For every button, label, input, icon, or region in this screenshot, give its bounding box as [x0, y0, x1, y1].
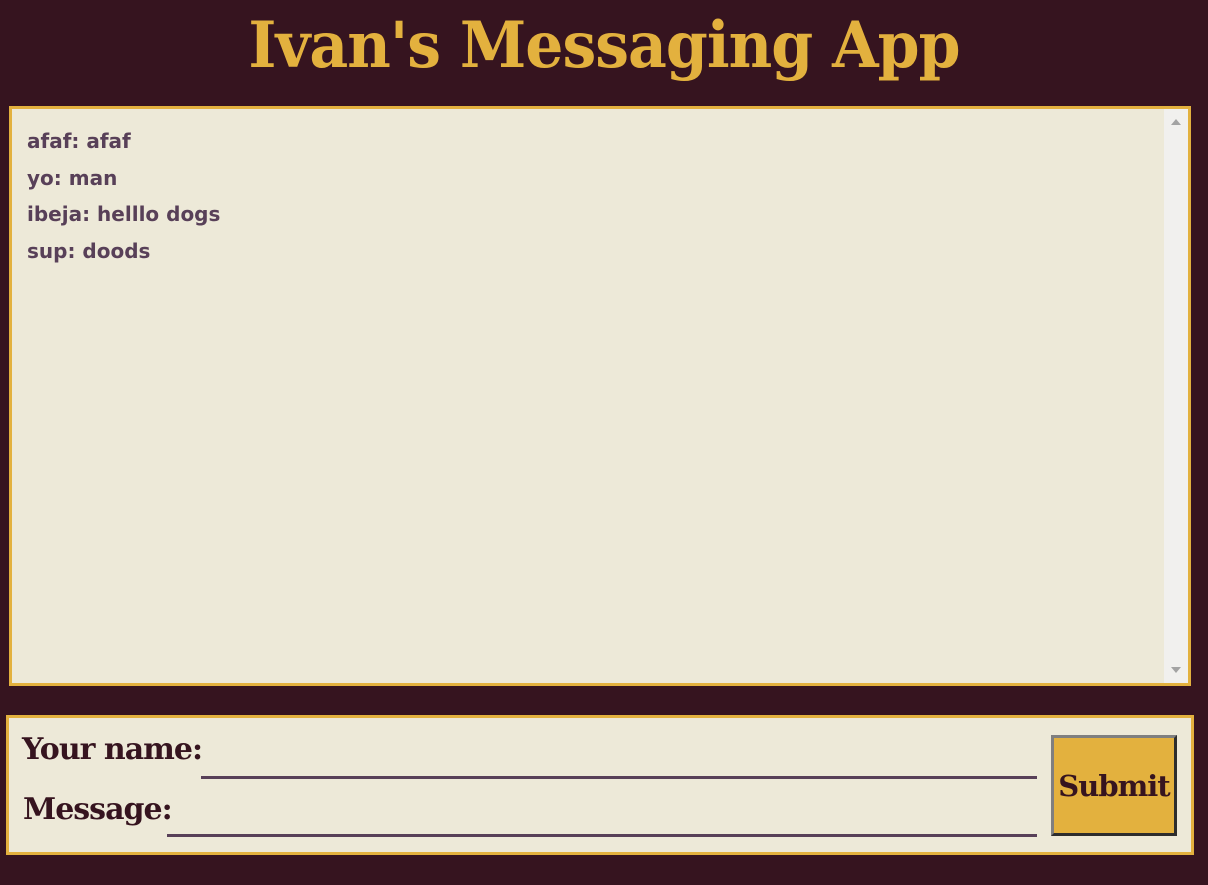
message-input[interactable]: [167, 805, 1037, 837]
message-log[interactable]: afaf: afaf yo: man ibeja: helllo dogs su…: [9, 106, 1191, 686]
name-input[interactable]: [201, 747, 1037, 779]
message-list: afaf: afaf yo: man ibeja: helllo dogs su…: [27, 123, 1158, 269]
scroll-down-arrow-icon[interactable]: [1171, 667, 1181, 673]
submit-button[interactable]: Submit: [1051, 735, 1177, 836]
name-label: Your name:: [22, 732, 203, 767]
message-item: afaf: afaf: [27, 129, 131, 153]
message-label: Message:: [23, 792, 173, 827]
scroll-up-arrow-icon[interactable]: [1171, 119, 1181, 125]
message-form: Your name: Message: Submit: [6, 715, 1194, 855]
message-log-scrollbar[interactable]: [1164, 109, 1188, 683]
app-title: Ivan's Messaging App: [248, 8, 960, 83]
message-item: ibeja: helllo dogs: [27, 202, 221, 226]
message-item: sup: doods: [27, 238, 151, 263]
message-item: yo: man: [27, 165, 118, 190]
